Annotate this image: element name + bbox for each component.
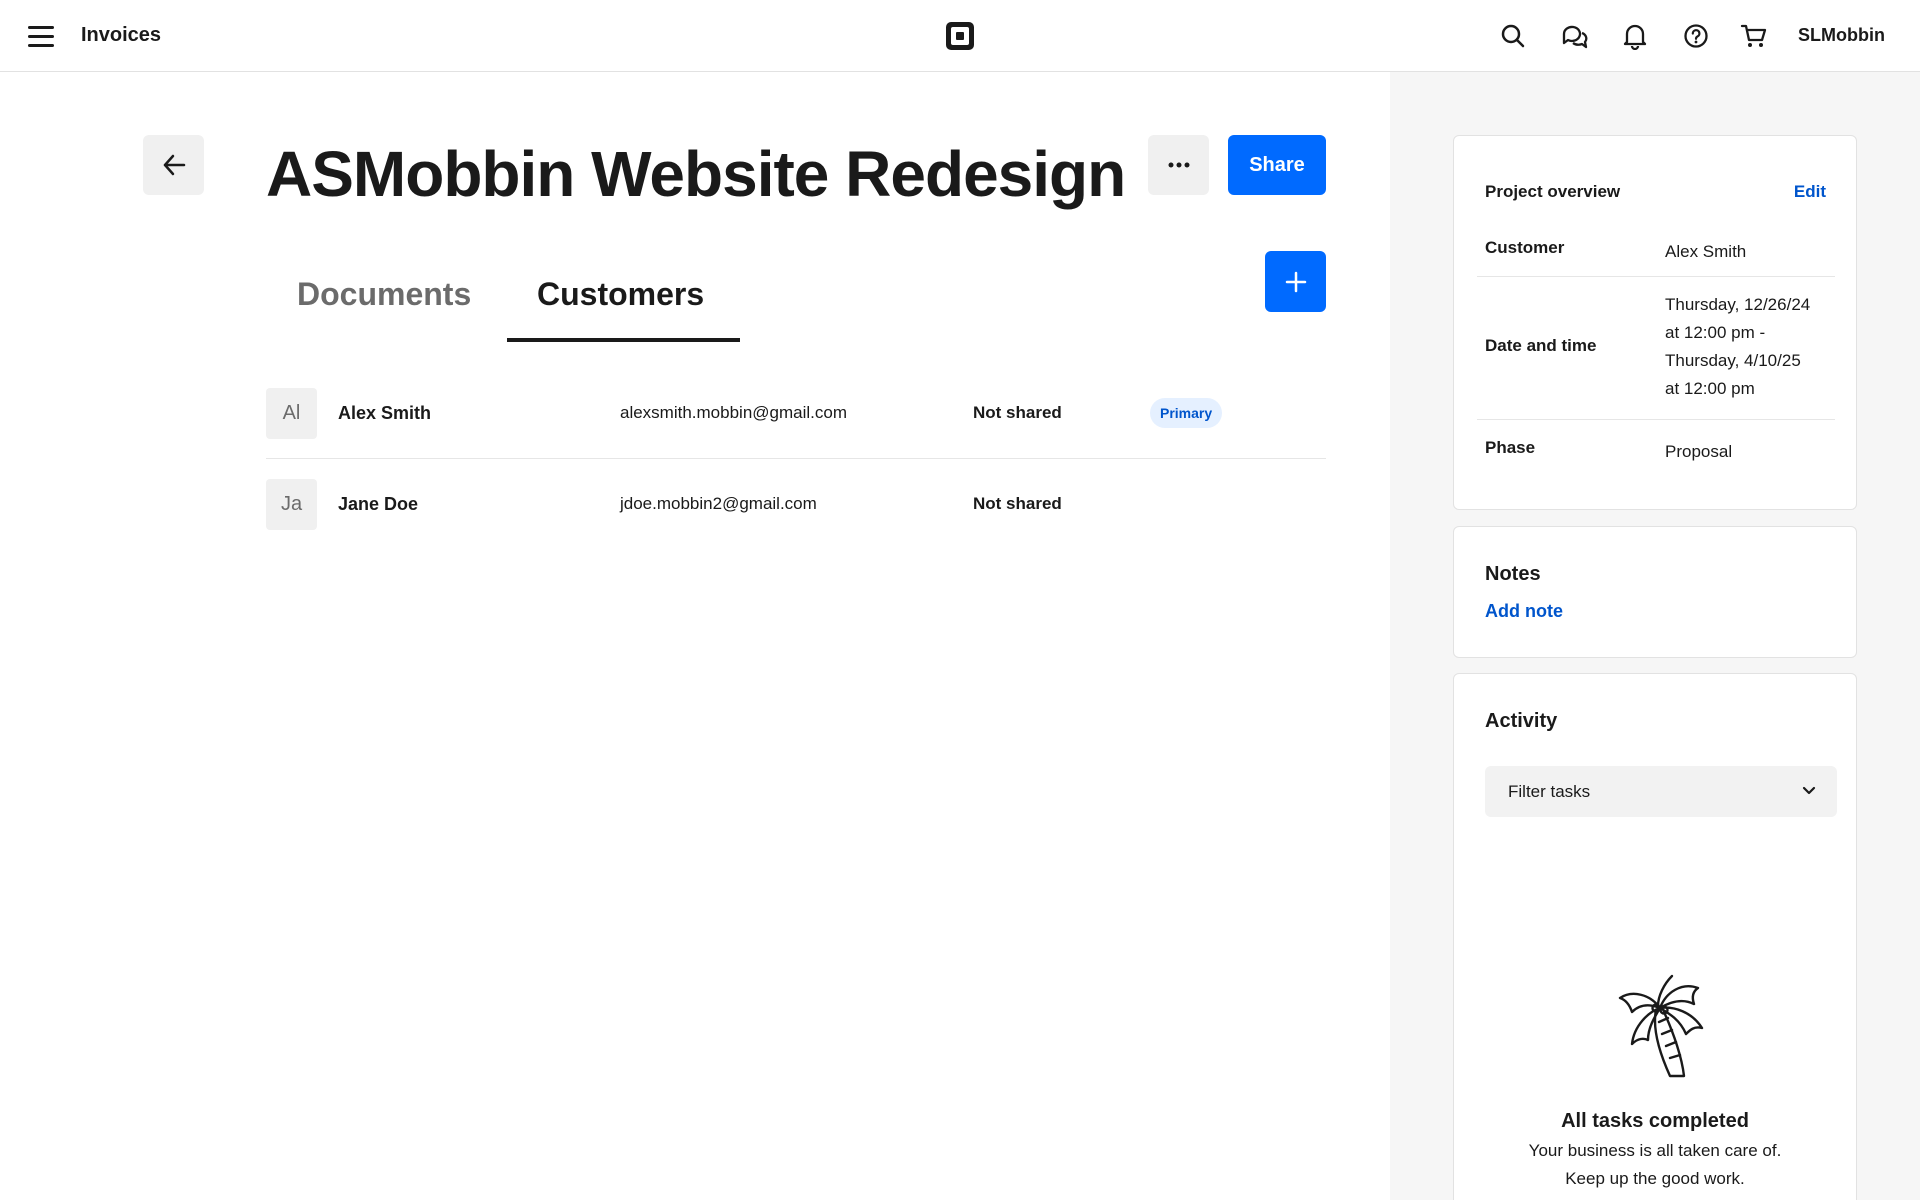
empty-state-text: Keep up the good work. bbox=[1565, 1169, 1745, 1188]
chat-icon[interactable] bbox=[1558, 20, 1590, 52]
app-title: Invoices bbox=[81, 24, 162, 46]
overview-row-customer: Customer Alex Smith bbox=[1477, 228, 1835, 277]
tab-documents[interactable]: Documents bbox=[297, 276, 471, 313]
customer-email: jdoe.mobbin2@gmail.com bbox=[620, 494, 817, 513]
edit-link[interactable]: Edit bbox=[1794, 182, 1826, 202]
project-overview-card: Project overview Edit Customer Alex Smit… bbox=[1453, 135, 1857, 510]
date-line: Thursday, 12/26/24 bbox=[1665, 295, 1811, 314]
bell-icon[interactable] bbox=[1619, 20, 1651, 52]
active-tab-indicator bbox=[507, 338, 740, 342]
date-line: at 12:00 pm - bbox=[1665, 323, 1766, 342]
chevron-down-icon bbox=[1802, 786, 1816, 795]
overview-row-phase: Phase Proposal bbox=[1477, 420, 1835, 480]
overview-title: Project overview bbox=[1485, 182, 1621, 201]
overview-label: Customer bbox=[1485, 238, 1565, 257]
overview-value: Alex Smith bbox=[1665, 242, 1747, 261]
share-status: Not shared bbox=[973, 494, 1062, 513]
add-note-link[interactable]: Add note bbox=[1485, 601, 1563, 622]
cart-icon[interactable] bbox=[1738, 20, 1770, 52]
empty-state-title: All tasks completed bbox=[1561, 1110, 1749, 1132]
customer-email: alexsmith.mobbin@gmail.com bbox=[620, 403, 848, 422]
avatar: Ja bbox=[266, 479, 317, 530]
customer-name: Alex Smith bbox=[338, 403, 432, 423]
empty-state-text: Your business is all taken care of. bbox=[1528, 1141, 1782, 1160]
palm-tree-icon bbox=[1618, 974, 1704, 1078]
back-button[interactable] bbox=[143, 135, 204, 195]
activity-card: Activity Filter tasks All tasks complete… bbox=[1453, 673, 1857, 1200]
square-logo-icon[interactable] bbox=[944, 20, 976, 52]
date-line: at 12:00 pm bbox=[1665, 379, 1755, 398]
notes-card: Notes Add note bbox=[1453, 526, 1857, 658]
primary-badge: Primary bbox=[1150, 398, 1223, 428]
arrow-left-icon bbox=[163, 154, 185, 176]
overview-label: Date and time bbox=[1485, 336, 1597, 355]
help-icon[interactable] bbox=[1680, 20, 1712, 52]
overview-value: Thursday, 12/26/24 at 12:00 pm - Thursda… bbox=[1665, 291, 1840, 403]
overview-value: Proposal bbox=[1665, 442, 1733, 461]
filter-tasks-select[interactable]: Filter tasks bbox=[1485, 766, 1837, 817]
username[interactable]: SLMobbin bbox=[1798, 25, 1885, 46]
avatar: Al bbox=[266, 388, 317, 439]
overview-row-date: Date and time Thursday, 12/26/24 at 12:0… bbox=[1477, 277, 1835, 420]
top-bar: Invoices SLMobbin bbox=[0, 0, 1920, 72]
customer-name: Jane Doe bbox=[338, 494, 419, 514]
menu-icon[interactable] bbox=[28, 20, 64, 52]
page-title: ASMobbin Website Redesign bbox=[266, 138, 1126, 210]
share-status: Not shared bbox=[973, 403, 1062, 422]
ellipsis-icon bbox=[1168, 162, 1189, 168]
share-button[interactable]: Share bbox=[1228, 135, 1326, 195]
tab-customers[interactable]: Customers bbox=[537, 276, 704, 313]
add-customer-button[interactable] bbox=[1265, 251, 1326, 312]
plus-icon bbox=[1285, 271, 1306, 292]
table-row[interactable]: Ja Jane Doe jdoe.mobbin2@gmail.com Not s… bbox=[266, 459, 1326, 550]
overview-label: Phase bbox=[1485, 438, 1536, 457]
date-line: Thursday, 4/10/25 bbox=[1665, 351, 1801, 370]
search-icon[interactable] bbox=[1497, 20, 1529, 52]
notes-title: Notes bbox=[1485, 563, 1541, 585]
filter-tasks-label: Filter tasks bbox=[1508, 782, 1591, 801]
activity-title: Activity bbox=[1485, 710, 1558, 732]
more-options-button[interactable] bbox=[1148, 135, 1209, 195]
table-row[interactable]: Al Alex Smith alexsmith.mobbin@gmail.com… bbox=[266, 368, 1326, 459]
